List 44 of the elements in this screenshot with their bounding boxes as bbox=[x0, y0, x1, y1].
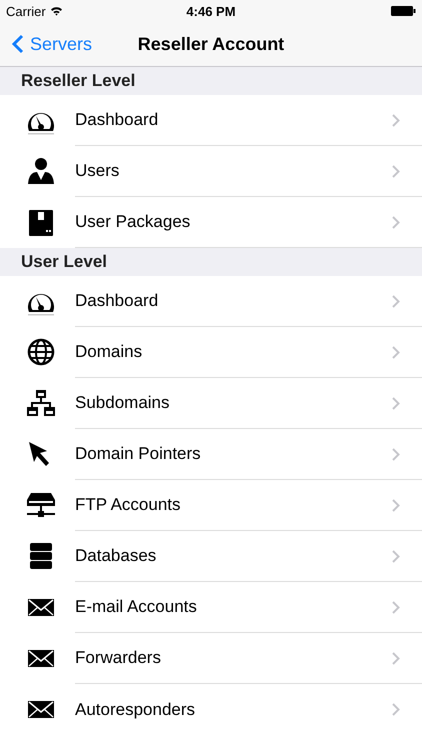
menu-item[interactable]: Users bbox=[0, 146, 422, 197]
item-label: Subdomains bbox=[75, 393, 170, 413]
status-time: 4:46 PM bbox=[185, 4, 237, 18]
chevron-icon bbox=[392, 498, 400, 512]
item-label: Dashboard bbox=[75, 291, 158, 311]
menu-item[interactable]: E-mail Accounts bbox=[0, 582, 422, 633]
chevron-icon bbox=[392, 550, 400, 562]
chevron-icon bbox=[392, 448, 400, 460]
item-label: Forwarders bbox=[75, 648, 161, 668]
menu-item[interactable]: FTP Accounts bbox=[0, 480, 422, 531]
chevron-icon bbox=[392, 703, 400, 716]
item-label: Domain Pointers bbox=[75, 444, 201, 464]
menu-item[interactable]: Domain Pointers bbox=[0, 429, 422, 480]
chevron-icon bbox=[392, 396, 400, 410]
item-label: Users bbox=[75, 161, 120, 181]
item-label: Databases bbox=[75, 546, 156, 566]
wifi-icon bbox=[50, 6, 63, 16]
menu-item[interactable]: Autoresponders bbox=[0, 684, 422, 735]
item-label: User Packages bbox=[75, 212, 190, 232]
item-label: FTP Accounts bbox=[75, 495, 181, 515]
section-header: Reseller Level bbox=[0, 67, 422, 95]
item-label: Domains bbox=[75, 342, 142, 362]
battery-icon bbox=[391, 6, 416, 16]
item-label: Autoresponders bbox=[75, 700, 196, 720]
menu-item[interactable]: Databases bbox=[0, 531, 422, 582]
item-label: E-mail Accounts bbox=[75, 597, 197, 617]
chevron-icon bbox=[392, 652, 400, 664]
menu-item[interactable]: Dashboard bbox=[0, 276, 422, 327]
chevron-icon bbox=[392, 164, 400, 178]
menu-item[interactable]: Domains bbox=[0, 327, 422, 378]
chevron-icon bbox=[392, 294, 400, 308]
back-button[interactable]: Servers bbox=[0, 34, 92, 54]
menu-item[interactable]: Dashboard bbox=[0, 95, 422, 146]
section-header: User Level bbox=[0, 248, 422, 276]
menu-item[interactable]: Forwarders bbox=[0, 633, 422, 684]
chevron-icon bbox=[392, 216, 400, 228]
chevron-icon bbox=[392, 346, 400, 358]
carrier-text: Carrier bbox=[6, 4, 46, 18]
back-chevron-icon bbox=[12, 34, 24, 54]
chevron-icon bbox=[392, 600, 400, 614]
menu-item[interactable]: Subdomains bbox=[0, 378, 422, 429]
nav-title: Reseller Account bbox=[136, 34, 286, 54]
item-label: Dashboard bbox=[75, 110, 158, 130]
chevron-icon bbox=[392, 114, 400, 126]
